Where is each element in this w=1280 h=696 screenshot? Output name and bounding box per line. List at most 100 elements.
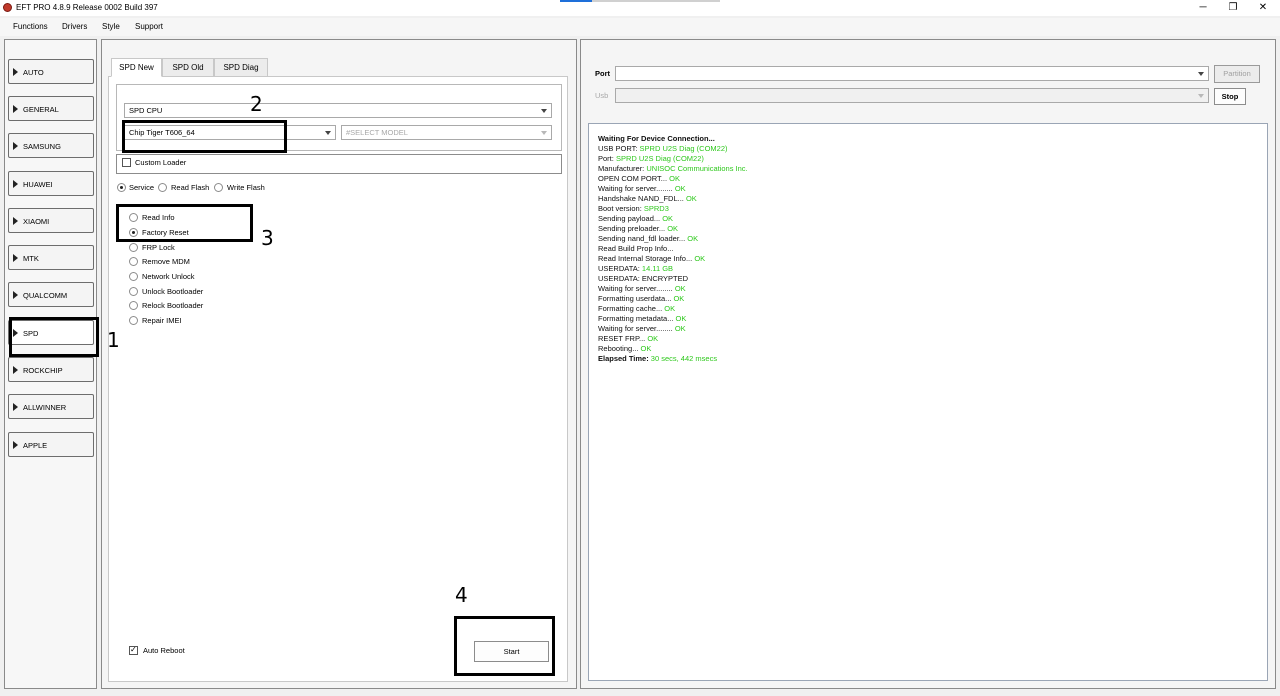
log-key: Waiting for server........ bbox=[598, 284, 675, 293]
log-key: Rebooting... bbox=[598, 344, 641, 353]
custom-loader-checkbox[interactable] bbox=[122, 158, 131, 167]
log-value: OK bbox=[664, 304, 676, 313]
menu-drivers[interactable]: Drivers bbox=[62, 22, 87, 31]
auto-reboot-checkbox[interactable] bbox=[129, 645, 138, 655]
tab-spd-new[interactable]: SPD New bbox=[111, 58, 162, 77]
annotation-number-1: 1 bbox=[107, 328, 120, 352]
log-value: OK bbox=[667, 224, 679, 233]
menu-support[interactable]: Support bbox=[135, 22, 163, 31]
sidebar-item-samsung[interactable]: SAMSUNG bbox=[8, 133, 94, 158]
op-unlock-bootloader-label: Unlock Bootloader bbox=[142, 287, 204, 296]
op-relock-bootloader-label: Relock Bootloader bbox=[142, 301, 204, 310]
tab-spd-diag[interactable]: SPD Diag bbox=[214, 58, 268, 77]
mode-service-label: Service bbox=[129, 183, 155, 192]
stop-button[interactable]: Stop bbox=[1214, 88, 1246, 105]
log-line: Port: SPRD U2S Diag (COM22) bbox=[598, 154, 704, 163]
log-line: Sending payload... OK bbox=[598, 214, 673, 223]
log-line: Handshake NAND_FDL... OK bbox=[598, 194, 697, 203]
log-value: OK bbox=[647, 334, 659, 343]
log-line: Waiting for server........ OK bbox=[598, 324, 686, 333]
sidebar-item-auto[interactable]: AUTO bbox=[8, 59, 94, 84]
log-key: USERDATA: bbox=[598, 264, 642, 273]
log-key: Waiting for server........ bbox=[598, 324, 675, 333]
sidebar-item-qualcomm[interactable]: QUALCOMM bbox=[8, 282, 94, 307]
minimize-icon[interactable]: ─ bbox=[1195, 1, 1211, 15]
annotation-number-2: 2 bbox=[250, 92, 263, 116]
log-line: Rebooting... OK bbox=[598, 344, 651, 353]
sidebar-item-xiaomi[interactable]: XIAOMI bbox=[8, 208, 94, 233]
chevron-down-icon bbox=[541, 131, 547, 135]
log-value: OK bbox=[674, 184, 686, 193]
annotation-number-4: 4 bbox=[455, 583, 468, 607]
port-select[interactable] bbox=[615, 66, 1209, 81]
op-unlock-bootloader-radio[interactable] bbox=[129, 287, 138, 296]
log-key: Boot version: bbox=[598, 204, 644, 213]
mode-read-flash-radio[interactable] bbox=[158, 183, 167, 192]
log-line: Sending preloader... OK bbox=[598, 224, 678, 233]
caret-right-icon bbox=[13, 403, 18, 411]
log-key: Sending nand_fdl loader... bbox=[598, 234, 688, 243]
log-key: Read Build Prop Info... bbox=[598, 244, 674, 253]
partition-button[interactable]: Partition bbox=[1214, 65, 1260, 83]
op-repair-imei-radio[interactable] bbox=[129, 316, 138, 325]
sidebar-item-rockchip[interactable]: ROCKCHIP bbox=[8, 357, 94, 382]
sidebar-item-huawei[interactable]: HUAWEI bbox=[8, 171, 94, 196]
op-relock-bootloader-radio[interactable] bbox=[129, 301, 138, 310]
log-value: OK bbox=[673, 294, 685, 303]
log-value: SPRD3 bbox=[643, 204, 669, 213]
caret-right-icon bbox=[13, 142, 18, 150]
tab-spd-old[interactable]: SPD Old bbox=[162, 58, 214, 77]
op-remove-mdm-radio[interactable] bbox=[129, 257, 138, 266]
log-line: Boot version: SPRD3 bbox=[598, 204, 669, 213]
op-network-unlock-label: Network Unlock bbox=[142, 272, 195, 281]
op-network-unlock-radio[interactable] bbox=[129, 272, 138, 281]
log-output bbox=[588, 123, 1268, 681]
menu-functions[interactable]: Functions bbox=[13, 22, 48, 31]
annotation-box-1 bbox=[9, 317, 99, 357]
mode-write-flash-radio[interactable] bbox=[214, 183, 223, 192]
op-repair-imei-label: Repair IMEI bbox=[142, 316, 182, 325]
app-logo-icon bbox=[3, 3, 12, 12]
title-bar: EFT PRO 4.8.9 Release 0002 Build 397 ─ ❐… bbox=[0, 0, 1280, 16]
log-line: Formatting userdata... OK bbox=[598, 294, 684, 303]
model-select[interactable]: #SELECT MODEL bbox=[341, 125, 552, 140]
sidebar-item-allwinner[interactable]: ALLWINNER bbox=[8, 394, 94, 419]
taskbar-indicator bbox=[560, 0, 592, 2]
close-icon[interactable]: ✕ bbox=[1255, 1, 1271, 15]
taskbar-indicator-track bbox=[592, 0, 720, 2]
log-key: Sending payload... bbox=[598, 214, 663, 223]
caret-right-icon bbox=[13, 180, 18, 188]
restore-icon[interactable]: ❐ bbox=[1225, 1, 1241, 15]
caret-right-icon bbox=[13, 254, 18, 262]
log-key: Port: bbox=[598, 154, 616, 163]
log-line: Formatting cache... OK bbox=[598, 304, 675, 313]
log-line: Waiting For Device Connection... bbox=[598, 134, 715, 143]
menu-style[interactable]: Style bbox=[102, 22, 120, 31]
log-line: OPEN COM PORT... OK bbox=[598, 174, 680, 183]
caret-right-icon bbox=[13, 441, 18, 449]
custom-loader-label: Custom Loader bbox=[135, 158, 187, 167]
log-line: USERDATA: ENCRYPTED bbox=[598, 274, 688, 283]
log-line: Elapsed Time: 30 secs, 442 msecs bbox=[598, 354, 717, 363]
log-key: Read Internal Storage Info... bbox=[598, 254, 695, 263]
sidebar-item-apple[interactable]: APPLE bbox=[8, 432, 94, 457]
log-value: OK bbox=[685, 194, 697, 203]
log-value: OK bbox=[662, 214, 674, 223]
log-key: Elapsed Time: bbox=[598, 354, 651, 363]
chevron-down-icon bbox=[541, 109, 547, 113]
sidebar-item-general[interactable]: GENERAL bbox=[8, 96, 94, 121]
chevron-down-icon bbox=[325, 131, 331, 135]
log-key: Waiting For Device Connection... bbox=[598, 134, 715, 143]
usb-select[interactable] bbox=[615, 88, 1209, 103]
chevron-down-icon bbox=[1198, 94, 1204, 98]
port-label: Port bbox=[595, 69, 610, 78]
mode-service-radio[interactable] bbox=[117, 183, 126, 192]
annotation-box-3 bbox=[116, 204, 253, 242]
sidebar-item-mtk[interactable]: MTK bbox=[8, 245, 94, 270]
log-key: USERDATA: ENCRYPTED bbox=[598, 274, 689, 283]
op-frp-lock-radio[interactable] bbox=[129, 243, 138, 252]
log-key: Formatting metadata... bbox=[598, 314, 676, 323]
log-line: USERDATA: 14.11 GB bbox=[598, 264, 673, 273]
log-value: OK bbox=[675, 314, 687, 323]
cpu-select[interactable]: SPD CPU bbox=[124, 103, 552, 118]
